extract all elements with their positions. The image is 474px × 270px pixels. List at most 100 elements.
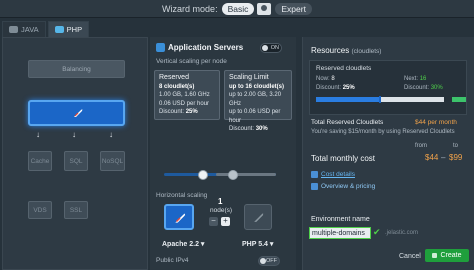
topology-panel: Balancing ↓ ↓ ↓ Cache SQL NoSQL VDS SSL [2, 37, 148, 270]
resources-subtitle: (cloudlets) [351, 48, 382, 55]
resources-title-text: Resources [311, 46, 350, 55]
reserved-slider-handle[interactable] [198, 170, 208, 180]
reserved-specs: 1.00 GB, 1.60 GHz [159, 92, 210, 98]
toggle-knob [262, 45, 268, 51]
php-select[interactable]: PHP 5.4 ▾ [242, 240, 273, 248]
cloudlets-bar-marker [378, 96, 381, 103]
reserved-discount-value: 25% [185, 109, 198, 115]
scale-node-inactive [244, 204, 272, 230]
php-icon [54, 26, 64, 33]
scaling-discount-label: Discount: [229, 126, 255, 132]
cloudlet-slider-range [216, 173, 276, 176]
php-select-value: PHP 5.4 [242, 241, 268, 248]
to-value: $99 [449, 153, 463, 162]
create-button[interactable]: Create [425, 249, 469, 262]
overview-link[interactable]: Overview & pricing [311, 183, 375, 190]
next-bar [452, 97, 466, 102]
avatar-icon [257, 2, 272, 15]
wizard-topbar: Wizard mode: Basic Expert [0, 0, 474, 18]
plus-icon [432, 253, 438, 258]
tab-java-label: JAVA [21, 25, 39, 34]
cancel-button[interactable]: Cancel [399, 253, 421, 260]
cloudlets-bar [316, 96, 444, 103]
balancing-button[interactable]: Balancing [28, 60, 125, 78]
expert-mode-button[interactable]: Expert [275, 2, 312, 15]
total-reserved-label: Total Reserved Cloudlets [311, 119, 384, 126]
reserved-cloudlets-box: Reserved cloudlets Now: 8 Next: 16 Disco… [309, 60, 467, 115]
server-select-value: Apache 2.2 [162, 241, 199, 248]
sql-button[interactable]: SQL [64, 151, 88, 171]
nodes-label: node(s) [210, 207, 233, 214]
vds-button[interactable]: VDS [28, 201, 52, 219]
java-icon [9, 26, 18, 33]
toggle-on-label: ON [270, 45, 279, 51]
scale-node-active[interactable] [164, 204, 194, 230]
app-server-node[interactable] [28, 100, 125, 126]
env-name-input[interactable]: multiple-domains [309, 227, 371, 239]
language-tabs: JAVA PHP [2, 21, 150, 37]
now-label: Now: 8 [316, 76, 335, 82]
cache-button[interactable]: Cache [28, 151, 52, 171]
vertical-scaling-label: Vertical scaling per node [156, 58, 227, 65]
limit-slider-handle[interactable] [228, 170, 238, 180]
app-servers-header: Application Servers [156, 43, 243, 52]
server-icon [156, 43, 165, 52]
discount-now: Discount: 25% [316, 85, 355, 91]
arrow-down-icon: ↓ [72, 130, 76, 139]
scaling-value: up to 16 cloudlet(s) [229, 83, 285, 90]
arrow-down-icon: ↓ [109, 130, 113, 139]
wizard-mode-label: Wizard mode: [162, 3, 218, 14]
scaling-price: up to 0.06 USD per hour [229, 109, 281, 124]
feather-icon [74, 109, 83, 117]
saving-note: You're saving $15/month by using Reserve… [311, 129, 455, 135]
environment-wizard: Wizard mode: Basic Expert JAVA PHP Balan… [0, 0, 474, 270]
scaling-limit-box: Scaling Limit up to 16 cloudlet(s) up to… [224, 70, 292, 132]
scaling-title: Scaling Limit [229, 74, 269, 81]
scaling-specs: up to 2.00 GB, 3.20 GHz [229, 92, 282, 107]
nodes-count: 1 [218, 197, 223, 206]
nodes-increment[interactable]: + [221, 217, 230, 226]
ipv4-toggle-label: OFF [266, 258, 277, 264]
reserved-price: 0.06 USD per hour [159, 100, 210, 107]
reserved-box: Reserved 8 cloudlet(s) 1.00 GB, 1.60 GHz… [154, 70, 220, 120]
info-icon [311, 183, 318, 190]
horizontal-scaling-label: Horizontal scaling [156, 192, 208, 199]
cost-details-link[interactable]: Cost details [311, 171, 355, 178]
check-icon: ✔ [373, 227, 381, 237]
next-label: Next: 16 [404, 76, 427, 82]
basic-mode-button[interactable]: Basic [221, 2, 255, 15]
toggle-knob [260, 258, 266, 264]
app-servers-toggle[interactable]: ON [260, 43, 282, 53]
feather-icon [175, 213, 186, 223]
tab-java[interactable]: JAVA [2, 21, 46, 37]
resources-panel: Resources (cloudlets) Reserved cloudlets… [302, 37, 474, 270]
env-domain-suffix: .jelastic.com [385, 230, 419, 236]
from-label: from [415, 143, 427, 149]
resources-title: Resources (cloudlets) [311, 46, 381, 55]
nodes-decrement[interactable]: − [209, 217, 218, 226]
to-label: to [453, 143, 459, 149]
arrow-down-icon: ↓ [36, 130, 40, 139]
discount-next: Discount: 30% [404, 85, 443, 91]
server-select[interactable]: Apache 2.2 ▾ [162, 240, 204, 248]
reserved-value: 8 cloudlet(s) [159, 83, 195, 90]
ssl-button[interactable]: SSL [64, 201, 88, 219]
app-server-config: Application Servers ON Vertical scaling … [150, 37, 296, 270]
env-name-label: Environment name [311, 216, 370, 223]
from-value: $44 [425, 153, 439, 162]
range-separator: – [441, 153, 446, 162]
app-servers-title: Application Servers [168, 43, 244, 52]
feather-icon [254, 213, 264, 222]
tab-php-label: PHP [66, 25, 83, 34]
total-monthly-label: Total monthly cost [311, 154, 376, 163]
scaling-discount-value: 30% [255, 126, 268, 132]
nosql-button[interactable]: NoSQL [100, 151, 125, 171]
chart-icon [311, 171, 318, 178]
reserved-cloudlets-label: Reserved cloudlets [316, 65, 372, 72]
total-reserved-value: $44 per month [415, 119, 457, 126]
cloudlets-bar-fill [316, 97, 380, 102]
tab-php[interactable]: PHP [47, 21, 90, 37]
ipv4-toggle[interactable]: OFF [258, 256, 280, 266]
public-ipv4-label: Public IPv4 [156, 257, 189, 264]
reserved-title: Reserved [159, 74, 189, 81]
